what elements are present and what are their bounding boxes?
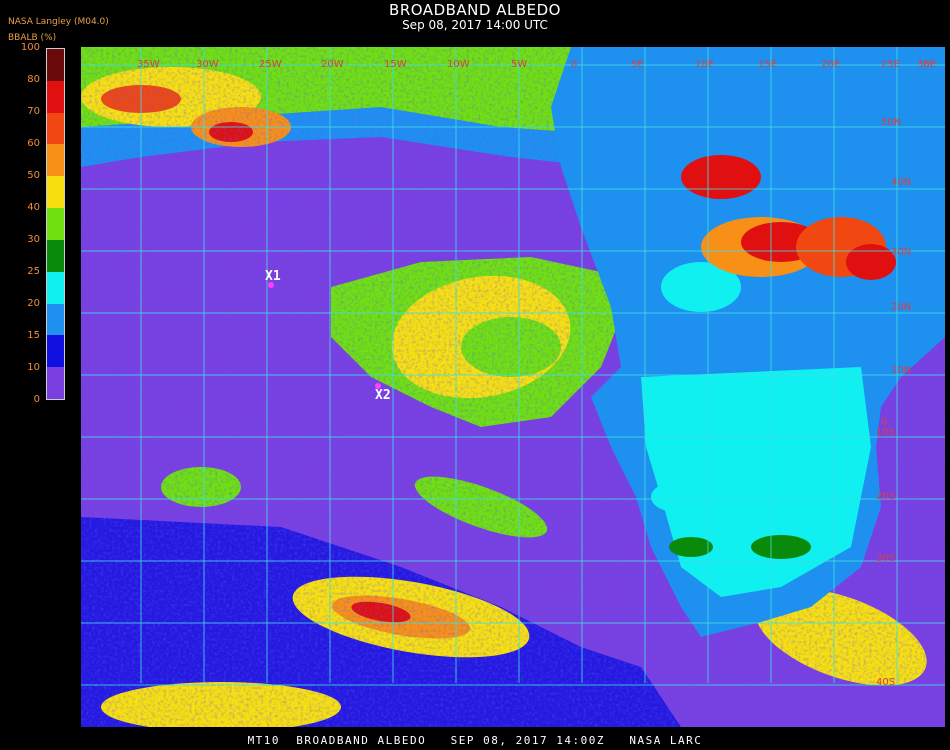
colorbar-tick-label: 20 [27,298,40,309]
marker-label: X1 [265,269,281,284]
map-title: BROADBAND ALBEDO [389,1,561,19]
land-green [751,535,811,559]
grid-label: 50N [881,117,902,128]
satellite-map: X1 X2 50N 40N 30N 20N 10N 0 10S 20S 30S 40S 35W 30W 2… [81,47,945,727]
colorbar-segment [47,367,64,399]
colorbar-segment [47,176,64,209]
grid-label: 10N [891,365,912,376]
land-green [669,537,713,557]
land-cyan [711,387,811,447]
colorbar-segment [47,239,64,272]
map-canvas [81,47,945,727]
colorbar-segment [47,112,64,145]
colorbar-segment [47,208,64,240]
colorbar-tick-label: 80 [27,74,40,85]
grid-label: 25E [881,59,901,70]
colorbar-tick-label: 100 [20,42,40,53]
colorbar-segment [47,303,64,336]
colorbar-tick-label: 25 [27,266,40,277]
grid-label: 10E [695,59,715,70]
colorbar-tick-label: 15 [27,330,40,341]
grid-label: 10S [876,427,896,438]
grid-label: 20E [821,59,841,70]
colorbar-segment [47,271,64,304]
grid-label: 30S [876,553,896,564]
grid-label: 5E [631,59,644,70]
colorbar-tick-label: 40 [27,202,40,213]
grid-label: 30W [196,59,219,70]
colorbar-tick-label: 50 [27,170,40,181]
grid-label: 30N [891,247,912,258]
grid-label: 10W [447,59,470,70]
grid-label: 40N [891,177,912,188]
colorbar-segment [47,49,64,81]
marker-label: X2 [375,388,391,403]
colorbar-tick-label: 0 [33,394,40,405]
grid-label: 15W [384,59,407,70]
grid-label: 0 [571,59,578,70]
grid-label: 35E [917,59,937,70]
colorbar-segment [47,335,64,368]
grid-label: 20N [891,302,912,313]
grid-label: 25W [259,59,282,70]
cloud-red [681,155,761,199]
colorbar [46,48,65,400]
grid-label: 20W [321,59,344,70]
colorbar-segment [47,144,64,177]
grid-label: 40S [876,677,896,688]
grid-label: 35W [137,59,160,70]
colorbar-segment [47,80,64,113]
colorbar-tick-label: 60 [27,138,40,149]
producer-label: NASA Langley (M04.0) [8,17,109,27]
grid-label: 15E [758,59,778,70]
map-timestamp: Sep 08, 2017 14:00 UTC [402,18,548,32]
land-cyan [651,482,701,512]
colorbar-tick-label: 10 [27,362,40,373]
colorbar-tick-label: 30 [27,234,40,245]
colorbar-tick-label: 70 [27,106,40,117]
grid-label: 20S [876,491,896,502]
footer-caption: MT10 BROADBAND ALBEDO SEP 08, 2017 14:00… [247,734,703,747]
cloud-red [846,244,896,280]
grid-label: 5W [511,59,528,70]
